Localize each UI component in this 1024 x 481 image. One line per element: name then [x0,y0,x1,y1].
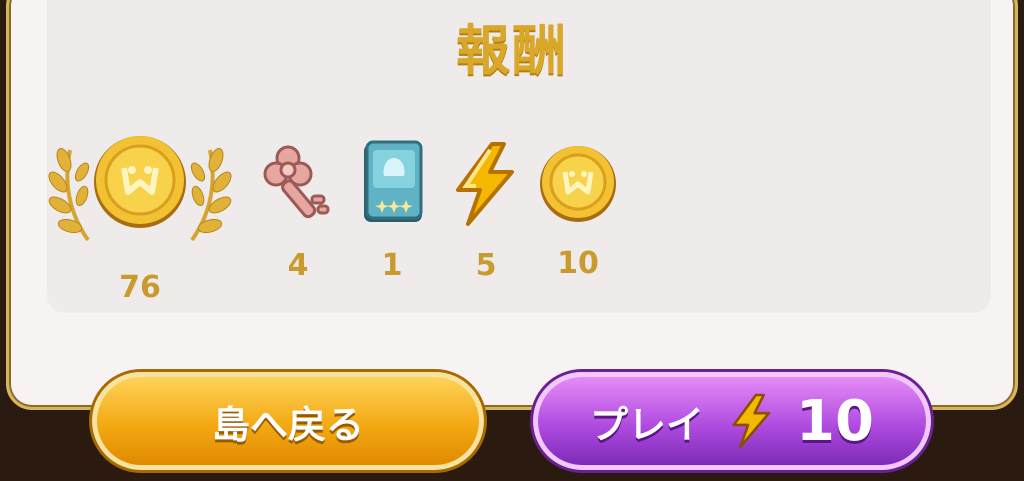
gold-coin-icon [540,146,616,222]
reward-item-coins: 10 [536,138,620,281]
page-title: 報酬 [456,19,568,82]
play-cost: 10 [796,388,874,454]
reward-count: 5 [475,248,497,283]
reward-item-coins-featured: 76 [40,130,240,305]
reward-item-card-pack: 1 [350,138,434,283]
reward-count: 4 [287,248,309,283]
reward-item-key: 4 [258,138,338,283]
back-button-label: 島へ戻る [211,402,364,447]
reward-count: 10 [557,246,599,281]
reward-count: 76 [119,270,161,305]
back-to-island-button[interactable]: 島へ戻る [92,372,484,470]
gold-coin-icon [48,136,232,242]
teal-card-pack-icon [364,140,423,222]
lightning-bolt-icon [456,142,514,226]
play-button[interactable]: プレイ 10 [533,372,931,470]
pink-key-icon [263,145,330,219]
reward-count: 1 [381,248,403,283]
reward-item-energy: 5 [446,140,526,283]
lightning-bolt-icon [732,393,771,449]
play-button-label: プレイ [590,402,705,447]
